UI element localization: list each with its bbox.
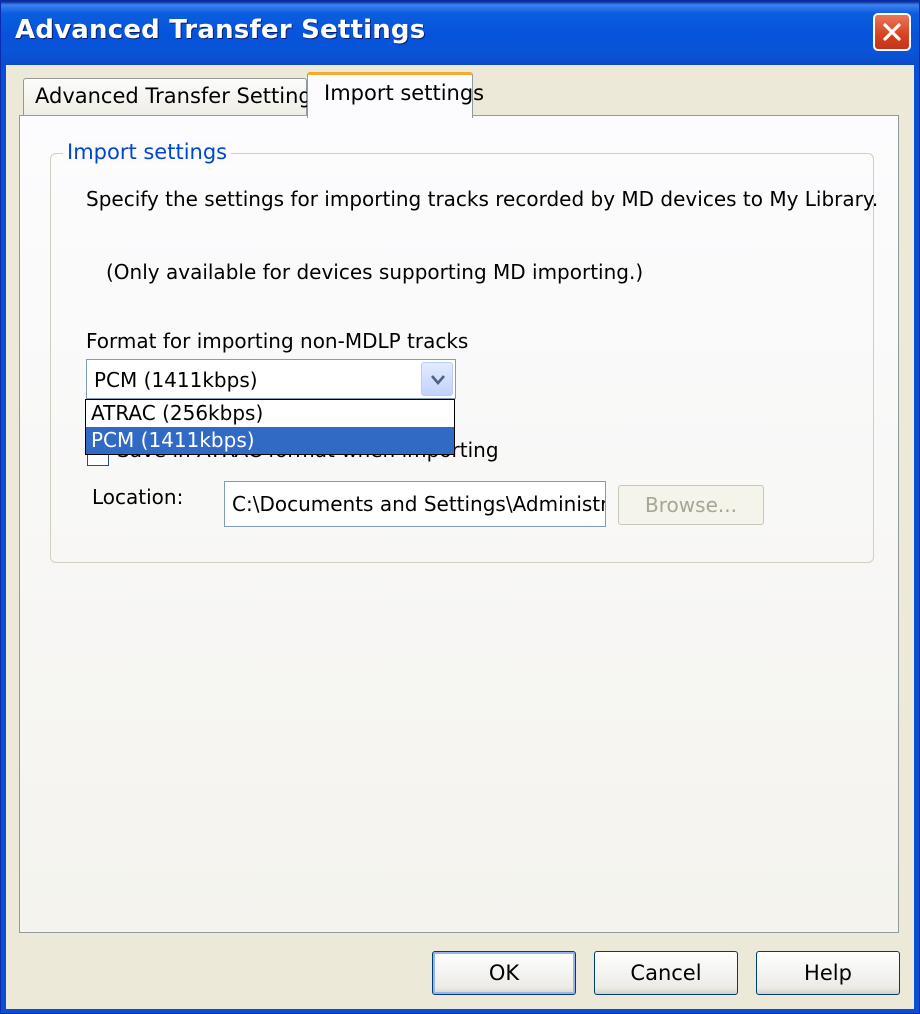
format-select-value: PCM (1411kbps) xyxy=(94,368,258,392)
tab-panel: Import settings Specify the settings for… xyxy=(19,115,899,933)
help-button[interactable]: Help xyxy=(756,951,900,995)
group-title: Import settings xyxy=(63,140,232,164)
availability-note: (Only available for devices supporting M… xyxy=(106,260,644,284)
format-select-button[interactable] xyxy=(421,362,453,396)
dropdown-option-pcm[interactable]: PCM (1411kbps) xyxy=(86,427,454,454)
window-frame-left xyxy=(1,65,6,1013)
tab-advanced-transfer-settings[interactable]: Advanced Transfer Settings xyxy=(23,78,323,116)
browse-button[interactable]: Browse... xyxy=(618,485,764,525)
ok-button[interactable]: OK xyxy=(432,951,576,995)
close-button[interactable] xyxy=(873,13,911,51)
location-label: Location: xyxy=(92,485,184,509)
window-title: Advanced Transfer Settings xyxy=(15,15,426,45)
window-frame-right xyxy=(914,65,919,1013)
window-frame-bottom xyxy=(1,1009,919,1013)
format-label: Format for importing non-MDLP tracks xyxy=(86,329,469,353)
tab-import-settings[interactable]: Import settings xyxy=(307,72,484,118)
tab-label: Import settings xyxy=(324,81,485,105)
format-dropdown-list[interactable]: ATRAC (256kbps) PCM (1411kbps) xyxy=(85,399,455,455)
close-icon xyxy=(883,23,901,41)
tab-label: Advanced Transfer Settings xyxy=(35,84,323,108)
location-value: C:\Documents and Settings\Administra xyxy=(232,492,606,516)
dropdown-option-atrac[interactable]: ATRAC (256kbps) xyxy=(86,400,454,427)
description-text: Specify the settings for importing track… xyxy=(86,187,879,211)
dialog-window: Advanced Transfer Settings Advanced Tran… xyxy=(0,0,920,1014)
title-bar[interactable]: Advanced Transfer Settings xyxy=(1,1,919,65)
import-settings-group: Import settings Specify the settings for… xyxy=(50,140,878,563)
cancel-button[interactable]: Cancel xyxy=(594,951,738,995)
format-select[interactable]: PCM (1411kbps) xyxy=(86,359,456,399)
location-field[interactable]: C:\Documents and Settings\Administra xyxy=(224,481,606,527)
chevron-down-icon xyxy=(431,375,445,385)
